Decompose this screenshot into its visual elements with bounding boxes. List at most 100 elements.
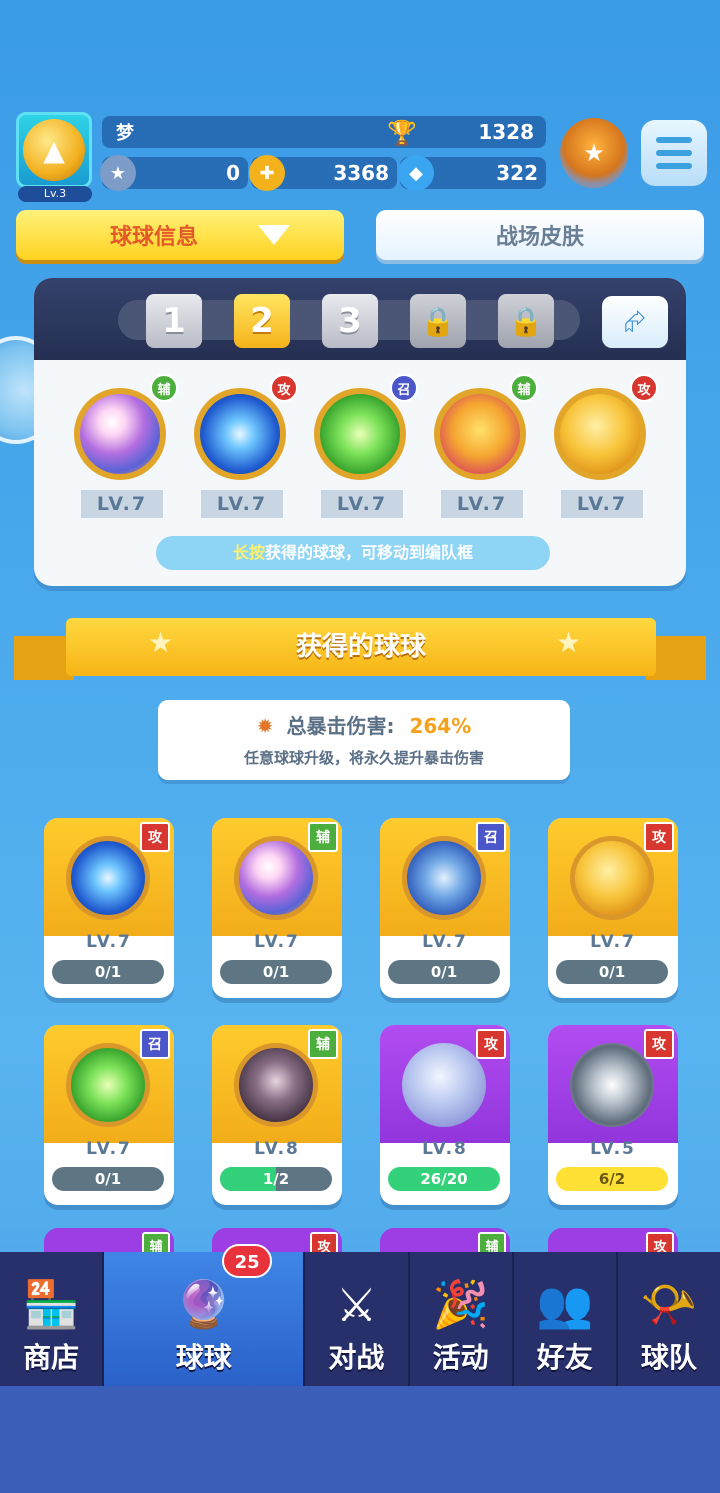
- team-panel: 1 2 3 🔒 🔒 ⮳ 辅 LV.7 攻 LV.7 召 LV.7 辅 LV.7 攻 LV.7 长按…: [34, 278, 686, 586]
- ball-card[interactable]: 攻 LV.8 26/20: [380, 1025, 510, 1205]
- nav-balls[interactable]: 25 🔮 球球: [104, 1244, 306, 1386]
- team-ball[interactable]: 辅: [68, 374, 178, 498]
- bottom-nav: 🏪 商店 25 🔮 球球 ⚔ 对战 🎉 活动 👥 好友 📯 球队: [0, 1244, 720, 1386]
- coins-bar[interactable]: ✚ 3368: [249, 155, 397, 191]
- coins-count: 3368: [333, 161, 389, 185]
- ball-type-tag: 辅: [150, 374, 178, 402]
- stars-bar[interactable]: ★ 0: [100, 155, 248, 191]
- ball-type-tag: 召: [140, 1029, 170, 1059]
- nav-shop[interactable]: 🏪 商店: [0, 1252, 105, 1386]
- upgrade-progress: 0/1: [52, 960, 164, 984]
- ball-orb-icon: [194, 388, 286, 480]
- upgrade-progress: 0/1: [388, 960, 500, 984]
- tab-ball-info-label: 球球信息: [109, 225, 198, 250]
- team-slot-4-locked[interactable]: 🔒: [410, 294, 466, 348]
- player-avatar[interactable]: ▲: [16, 112, 92, 188]
- trophy-icon: 🏆: [387, 119, 418, 147]
- ball-card[interactable]: 召 LV.7 0/1: [380, 818, 510, 998]
- upgrade-progress: 1/2: [220, 1167, 332, 1191]
- ball-orb-icon: [402, 836, 486, 920]
- ball-card[interactable]: 辅 LV.7 0/1: [212, 818, 342, 998]
- whistle-icon: 📯: [640, 1277, 698, 1331]
- star-icon: ★: [148, 626, 174, 659]
- ball-orb-icon: [234, 836, 318, 920]
- tab-battle-skin[interactable]: 战场皮肤: [376, 210, 704, 260]
- player-level: Lv.3: [18, 186, 92, 202]
- gems-bar[interactable]: ◆ 322: [398, 155, 546, 191]
- ball-type-tag: 召: [476, 822, 506, 852]
- team-slot-3[interactable]: 3: [322, 294, 378, 348]
- ball-level: LV.7: [81, 490, 163, 518]
- player-name-bar: 梦 🏆 1328: [102, 116, 546, 148]
- team-ball[interactable]: 攻: [548, 374, 658, 498]
- crit-icon: ✹: [256, 714, 274, 738]
- ball-type-tag: 辅: [510, 374, 538, 402]
- ball-level: LV.7: [254, 932, 300, 952]
- ball-type-tag: 攻: [630, 374, 658, 402]
- team-ball[interactable]: 攻: [188, 374, 298, 498]
- upgrade-progress: 26/20: [388, 1167, 500, 1191]
- ribbon-left-end: [14, 636, 74, 680]
- team-ball[interactable]: 辅: [428, 374, 538, 498]
- ball-orb-icon: [554, 388, 646, 480]
- coin-plus-icon[interactable]: ✚: [249, 155, 285, 191]
- nav-battle[interactable]: ⚔ 对战: [305, 1252, 410, 1386]
- collection-title: 获得的球球: [295, 632, 426, 662]
- ball-orb-icon: [66, 836, 150, 920]
- ball-card[interactable]: 攻 LV.7 0/1: [548, 818, 678, 998]
- star-plus-icon[interactable]: ★: [100, 155, 136, 191]
- ball-card[interactable]: 攻 LV.7 0/1: [44, 818, 174, 998]
- rank-medal-icon[interactable]: ★: [560, 118, 628, 188]
- ball-card[interactable]: 召 LV.7 0/1: [44, 1025, 174, 1205]
- crossed-swords-icon: ⚔: [335, 1278, 378, 1332]
- ball-level: LV.8: [422, 1139, 468, 1159]
- long-press-hint: 长按获得的球球，可移动到编队框: [156, 536, 550, 570]
- ball-orb-icon: [74, 388, 166, 480]
- nav-team[interactable]: 📯 球队: [618, 1252, 720, 1386]
- tab-ball-info[interactable]: 球球信息: [16, 210, 344, 260]
- menu-button[interactable]: [641, 120, 707, 186]
- star-icon: ★: [556, 626, 582, 659]
- ball-level: LV.7: [422, 932, 468, 952]
- lock-icon: 🔒: [420, 304, 456, 338]
- ball-type-tag: 攻: [270, 374, 298, 402]
- ball-type-tag: 攻: [644, 822, 674, 852]
- ball-avatar-icon: ▲: [23, 119, 85, 181]
- ball-level: LV.7: [321, 490, 403, 518]
- upgrade-progress: 0/1: [556, 960, 668, 984]
- crit-label: 总暴击伤害:: [286, 714, 395, 738]
- gems-count: 322: [496, 161, 538, 185]
- ball-type-tag: 辅: [308, 1029, 338, 1059]
- ball-orb-icon: [314, 388, 406, 480]
- stars-count: 0: [226, 161, 240, 185]
- player-name: 梦: [116, 123, 134, 144]
- nav-friends[interactable]: 👥 好友: [514, 1252, 618, 1386]
- party-popper-icon: 🎉: [431, 1277, 490, 1331]
- share-button[interactable]: ⮳: [602, 296, 668, 348]
- crit-value: 264%: [409, 714, 472, 738]
- team-ball[interactable]: 召: [308, 374, 418, 498]
- ball-level: LV.7: [201, 490, 283, 518]
- ball-level: LV.7: [86, 1139, 132, 1159]
- nav-events[interactable]: 🎉 活动: [410, 1252, 514, 1386]
- ball-card[interactable]: 辅 LV.8 1/2: [212, 1025, 342, 1205]
- ball-type-tag: 辅: [308, 822, 338, 852]
- upgrade-progress: 0/1: [52, 1167, 164, 1191]
- team-slot-2[interactable]: 2: [234, 294, 290, 348]
- shop-icon: 🏪: [22, 1277, 80, 1331]
- ball-orb-icon: [234, 1043, 318, 1127]
- team-slot-5-locked[interactable]: 🔒: [498, 294, 554, 348]
- team-slot-1[interactable]: 1: [146, 294, 202, 348]
- crit-damage-box: ✹ 总暴击伤害: 264% 任意球球升级，将永久提升暴击伤害: [158, 700, 570, 780]
- gem-plus-icon[interactable]: ◆: [398, 155, 434, 191]
- chevron-down-icon: [258, 225, 290, 245]
- ball-level: LV.7: [441, 490, 523, 518]
- ball-card[interactable]: 攻 LV.5 6/2: [548, 1025, 678, 1205]
- ball-orb-icon: [570, 836, 654, 920]
- ball-icon: 🔮: [175, 1277, 233, 1331]
- team-slot-header: 1 2 3 🔒 🔒 ⮳: [34, 278, 686, 360]
- ball-orb-icon: [66, 1043, 150, 1127]
- ball-type-tag: 攻: [476, 1029, 506, 1059]
- ball-level: LV.8: [254, 1139, 300, 1159]
- ball-type-tag: 攻: [644, 1029, 674, 1059]
